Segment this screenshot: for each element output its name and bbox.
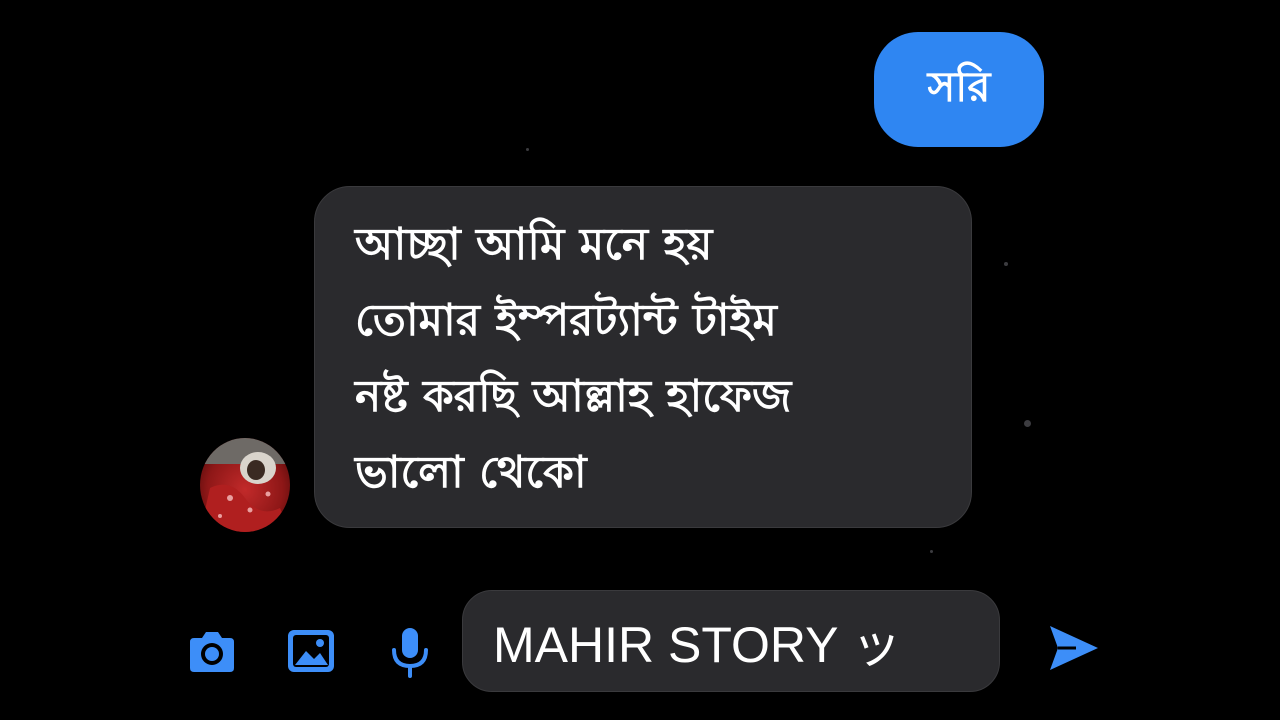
background-dot: [1004, 262, 1008, 266]
image-icon: [288, 630, 334, 672]
message-input[interactable]: MAHIR STORY ッ: [462, 590, 1000, 692]
microphone-icon: [392, 628, 428, 678]
received-message-line: নষ্ট করছি আল্লাহ হাফেজ: [355, 371, 792, 422]
received-message-line: তোমার ইম্পরট্যান্ট টাইম: [355, 295, 777, 346]
received-message-bubble[interactable]: আচ্ছা আমি মনে হয় তোমার ইম্পরট্যান্ট টাই…: [314, 186, 972, 528]
camera-button[interactable]: [184, 624, 240, 680]
background-dot: [1024, 420, 1031, 427]
sent-message-text: সরি: [927, 62, 991, 111]
sent-message-bubble[interactable]: সরি: [874, 32, 1044, 147]
received-message-line: আচ্ছা আমি মনে হয়: [355, 219, 713, 270]
microphone-button[interactable]: [382, 624, 438, 680]
send-icon: [1050, 626, 1098, 670]
camera-icon: [190, 632, 234, 672]
gallery-button[interactable]: [284, 624, 340, 680]
avatar[interactable]: [200, 438, 290, 532]
background-dot: [930, 550, 933, 553]
chat-screen: সরি আচ্ছা আমি মনে হয় তোমার ইম্পরট্যান্ট…: [0, 0, 1280, 720]
send-button[interactable]: [1046, 620, 1102, 676]
background-dot: [526, 148, 529, 151]
received-message-line: ভালো থেকো: [355, 447, 587, 498]
avatar-photo: [200, 438, 290, 532]
message-input-text: MAHIR STORY ッ: [493, 617, 902, 673]
